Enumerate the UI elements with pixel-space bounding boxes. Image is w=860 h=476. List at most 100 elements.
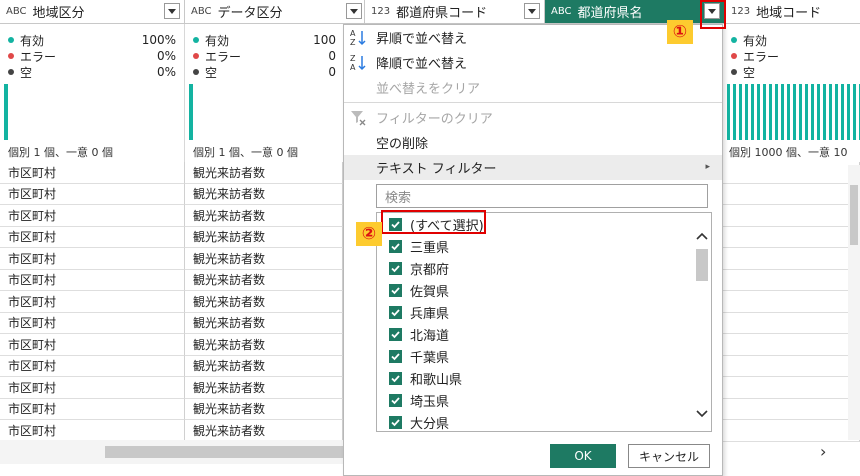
filter-dropdown-button[interactable] xyxy=(346,3,362,19)
table-cell[interactable]: 市区町村 xyxy=(0,248,185,270)
sort-descending-icon: ZA xyxy=(350,54,366,72)
checkbox-checked-icon[interactable] xyxy=(389,283,402,297)
checkbox-checked-icon[interactable] xyxy=(389,393,402,407)
table-cell[interactable] xyxy=(723,162,860,184)
checklist-item[interactable]: 千葉県 xyxy=(377,345,711,367)
clear-sort-label: 並べ替えをクリア xyxy=(376,82,481,97)
table-cell[interactable]: 市区町村 xyxy=(0,377,185,399)
sort-ascending-icon: AZ xyxy=(350,29,366,47)
table-cell[interactable] xyxy=(723,377,860,399)
table-cell[interactable]: 市区町村 xyxy=(0,420,185,442)
checklist-item[interactable]: 大分県 xyxy=(377,411,711,431)
table-cell[interactable] xyxy=(723,226,860,248)
table-cell[interactable] xyxy=(723,248,860,270)
table-cell[interactable] xyxy=(723,398,860,420)
table-cell[interactable]: 観光来訪者数 xyxy=(185,420,343,442)
table-cell[interactable]: 観光来訪者数 xyxy=(185,162,343,184)
checklist-item[interactable]: 埼玉県 xyxy=(377,389,711,411)
grid-right-scroll-arrow[interactable]: › xyxy=(820,442,834,461)
table-cell[interactable] xyxy=(723,420,860,442)
scroll-down-icon[interactable] xyxy=(696,407,708,421)
table-cell[interactable] xyxy=(723,205,860,227)
table-cell[interactable]: 観光来訪者数 xyxy=(185,205,343,227)
checkbox-checked-icon[interactable] xyxy=(389,305,402,319)
error-label: エラー xyxy=(743,49,780,64)
valid-label: 有効 xyxy=(205,33,230,48)
table-cell[interactable]: 市区町村 xyxy=(0,312,185,334)
checklist-item[interactable]: 京都府 xyxy=(377,257,711,279)
column-header-area-code[interactable]: 123 地域コード xyxy=(725,0,860,24)
table-cell[interactable]: 市区町村 xyxy=(0,355,185,377)
table-cell[interactable]: 観光来訪者数 xyxy=(185,183,343,205)
checklist-item-label: 埼玉県 xyxy=(410,394,450,410)
checkbox-checked-icon[interactable] xyxy=(389,261,402,275)
scrollbar-thumb[interactable] xyxy=(696,249,708,281)
checklist-item-label: 兵庫県 xyxy=(410,306,450,322)
text-type-icon: ABC xyxy=(6,6,27,17)
column-header-pref-name[interactable]: ABC 都道府県名 xyxy=(545,0,725,24)
table-cell[interactable]: 観光来訪者数 xyxy=(185,334,343,356)
table-cell[interactable]: 観光来訪者数 xyxy=(185,312,343,334)
scrollbar-thumb[interactable] xyxy=(105,446,343,458)
column-header-region-type[interactable]: ABC 地域区分 xyxy=(0,0,185,24)
table-cell[interactable]: 市区町村 xyxy=(0,162,185,184)
clear-filter-item[interactable]: フィルターのクリア xyxy=(344,105,722,130)
sort-ascending-item[interactable]: AZ 昇順で並べ替え xyxy=(344,25,722,50)
search-input[interactable]: 検索 xyxy=(376,184,708,208)
table-cell[interactable] xyxy=(723,355,860,377)
table-cell[interactable]: 市区町村 xyxy=(0,205,185,227)
checklist-item[interactable]: 兵庫県 xyxy=(377,301,711,323)
checklist-item-label: 北海道 xyxy=(410,328,450,344)
table-cell[interactable] xyxy=(723,269,860,291)
error-label: エラー xyxy=(205,49,242,64)
table-cell[interactable] xyxy=(723,334,860,356)
text-filter-item[interactable]: テキスト フィルター ▸ xyxy=(344,155,722,180)
checklist-item[interactable]: 佐賀県 xyxy=(377,279,711,301)
table-cell[interactable]: 観光来訪者数 xyxy=(185,269,343,291)
cancel-button[interactable]: キャンセル xyxy=(628,444,710,468)
table-cell[interactable]: 市区町村 xyxy=(0,334,185,356)
filter-dropdown-button[interactable] xyxy=(164,3,180,19)
filter-menu: AZ 昇順で並べ替え ZA 降順で並べ替え 並べ替えをクリア フィルターのクリア… xyxy=(343,24,723,476)
annotation-highlight-select-all xyxy=(381,210,486,234)
sort-descending-item[interactable]: ZA 降順で並べ替え xyxy=(344,50,722,75)
table-cell[interactable]: 観光来訪者数 xyxy=(185,398,343,420)
table-cell[interactable]: 市区町村 xyxy=(0,398,185,420)
table-cell[interactable] xyxy=(723,183,860,205)
scrollbar-thumb[interactable] xyxy=(850,185,858,245)
table-cell[interactable]: 観光来訪者数 xyxy=(185,291,343,313)
table-cell[interactable]: 市区町村 xyxy=(0,269,185,291)
sort-descending-label: 降順で並べ替え xyxy=(376,57,468,72)
table-cell[interactable]: 市区町村 xyxy=(0,226,185,248)
column-header-data-type[interactable]: ABC データ区分 xyxy=(185,0,365,24)
scroll-up-icon[interactable] xyxy=(696,229,708,243)
horizontal-scrollbar[interactable] xyxy=(0,440,343,464)
checklist-scrollbar[interactable] xyxy=(693,213,711,431)
checkbox-checked-icon[interactable] xyxy=(389,239,402,253)
table-cell[interactable]: 観光来訪者数 xyxy=(185,355,343,377)
remove-empty-item[interactable]: 空の削除 xyxy=(344,130,722,155)
table-cell[interactable]: 観光来訪者数 xyxy=(185,377,343,399)
table-cell[interactable]: 市区町村 xyxy=(0,183,185,205)
table-cell[interactable]: 観光来訪者数 xyxy=(185,226,343,248)
checklist-item[interactable]: 和歌山県 xyxy=(377,367,711,389)
table-cell[interactable]: 市区町村 xyxy=(0,291,185,313)
remove-empty-label: 空の削除 xyxy=(376,137,429,152)
checklist-item[interactable]: 三重県 xyxy=(377,235,711,257)
grid-vertical-scrollbar[interactable] xyxy=(848,165,860,440)
column-header-pref-code[interactable]: 123 都道府県コード xyxy=(365,0,545,24)
filter-dropdown-button[interactable] xyxy=(524,3,540,19)
ok-button[interactable]: OK xyxy=(550,444,616,468)
checkbox-checked-icon[interactable] xyxy=(389,415,402,429)
checkbox-checked-icon[interactable] xyxy=(389,349,402,363)
menu-separator xyxy=(344,102,722,103)
table-cell[interactable] xyxy=(723,312,860,334)
svg-text:A: A xyxy=(350,29,356,38)
distinct-count: 個別 1 個、一意 0 個 xyxy=(8,146,113,159)
checkbox-checked-icon[interactable] xyxy=(389,327,402,341)
table-cell[interactable]: 観光来訪者数 xyxy=(185,248,343,270)
clear-sort-item[interactable]: 並べ替えをクリア xyxy=(344,75,722,100)
checkbox-checked-icon[interactable] xyxy=(389,371,402,385)
table-cell[interactable] xyxy=(723,291,860,313)
checklist-item[interactable]: 北海道 xyxy=(377,323,711,345)
